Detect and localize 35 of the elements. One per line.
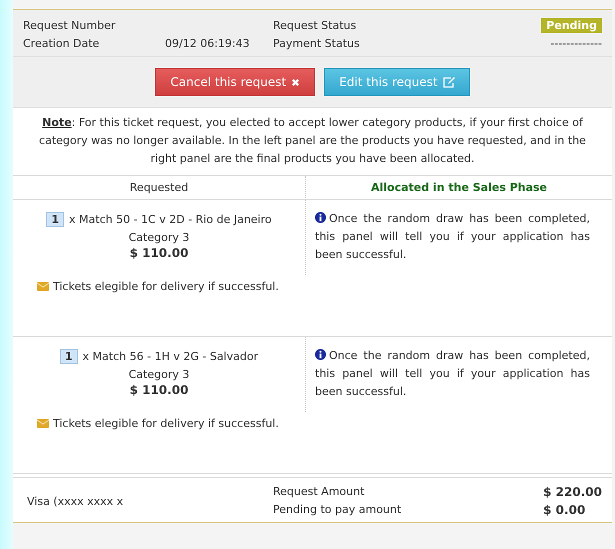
field-label: Request Number [23,18,116,32]
close-icon [291,78,300,86]
column-header: Requested [13,176,305,200]
status-label: Request Status [273,18,358,32]
quantity-badge: 1 [46,212,64,226]
price-text: $ 110.00 [130,246,188,262]
field-value: 09/12 06:19:43 [165,36,251,50]
amount-value: $ 220.00 [543,485,602,499]
column-header: Allocated in the Sales Phase [305,176,612,200]
status-value: ------------- [550,36,602,50]
category-text: Category 3 [128,230,190,244]
envelope-icon [37,419,49,428]
amount-label: Pending to pay amount [273,502,402,518]
field-label: Creation Date [23,36,100,50]
price-text: $ 110.00 [130,383,188,399]
quantity-badge: 1 [60,348,78,364]
status-badge: Pending [541,18,602,32]
amount-label: Request Amount [273,484,366,500]
match-name: x Match 50 - 1C v 2D - Rio de Janeiro [69,212,272,226]
allocation-text: Once the random draw has been completed, this panel will tell you if your application has been successful. [315,211,590,263]
allocation-text: Once the random draw has been completed, this panel will tell you if your application has been successful. [315,348,590,400]
edit-button[interactable]: Edit this request [324,68,470,96]
envelope-icon [37,282,49,291]
edit-icon [442,76,455,88]
category-text: Category 3 [128,368,190,380]
amount-value: $ 0.00 [543,503,586,517]
info-icon [315,212,326,223]
cancel-button[interactable]: Cancel this request [155,68,316,96]
match-name: x Match 56 - 1H v 2G - Salvador [82,350,258,362]
status-label: Payment Status [273,36,361,50]
delivery-text: Tickets elegible for delivery if successful. [53,417,279,430]
card-text: Visa (xxxx xxxx x [27,494,124,508]
note-text: Note: For this ticket request, you elected to accept lower category products, if your first choice of category was no longer available. In the left panel are the products you have requested, and in the right panel are the final products you have been allocated. [13,108,612,176]
info-icon [315,349,326,360]
delivery-text: Tickets elegible for delivery if successful. [53,280,279,293]
